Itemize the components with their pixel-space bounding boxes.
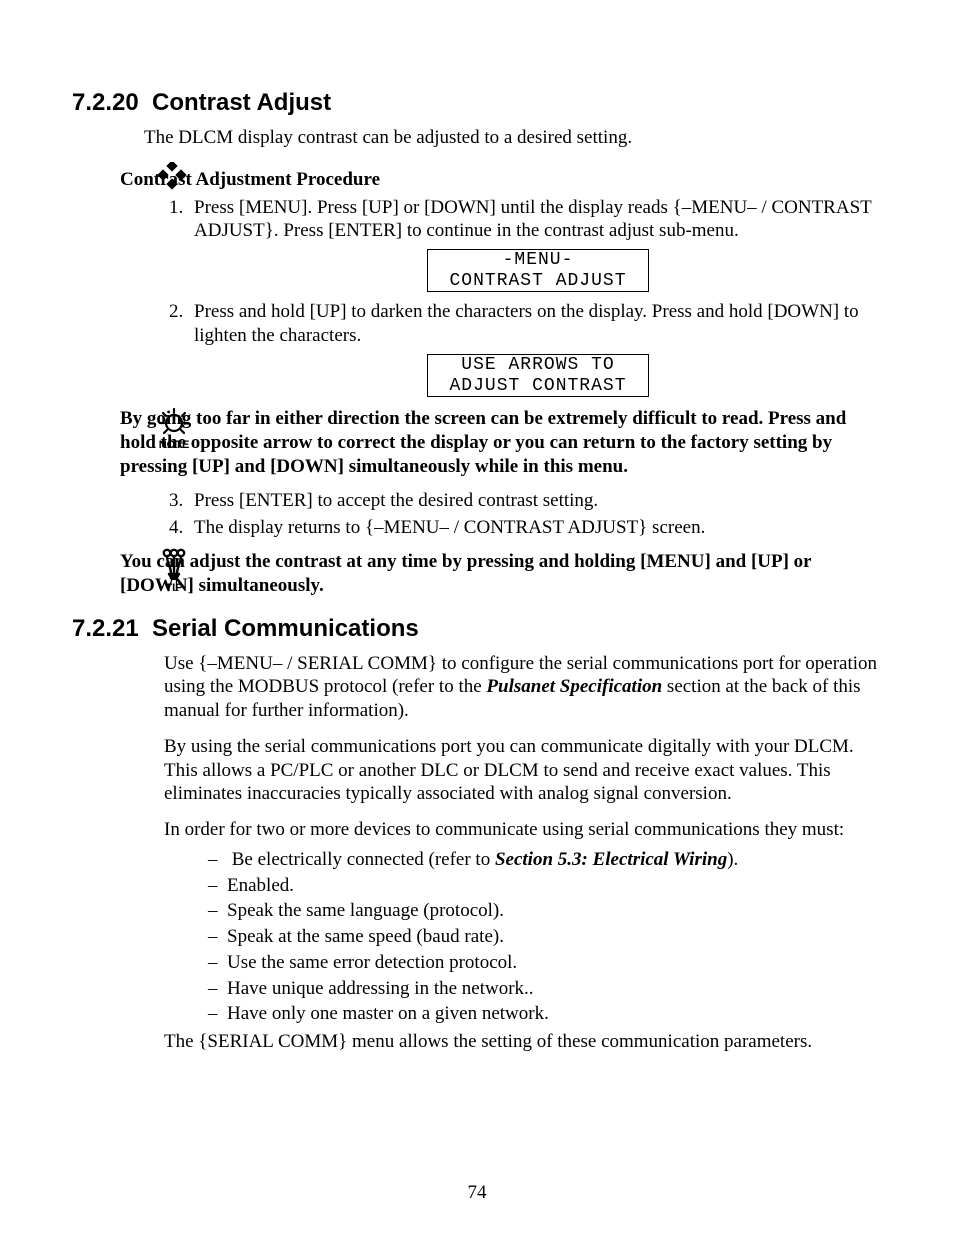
list-item: Have unique addressing in the network..	[208, 977, 882, 1001]
heading-serial-communications: 7.2.21Serial Communications	[72, 614, 882, 644]
heading-number: 7.2.21	[72, 614, 152, 644]
paragraph: In order for two or more devices to comm…	[164, 818, 882, 842]
step-2: Press and hold [UP] to darken the charac…	[188, 300, 882, 397]
document-page: 7.2.20Contrast Adjust The DLCM display c…	[0, 0, 954, 1235]
note-icon: NOTE	[150, 407, 198, 453]
procedure-body-continued: Press [ENTER] to accept the desired cont…	[144, 489, 882, 541]
procedure-heading: Contrast Adjustment Procedure	[120, 168, 882, 192]
paragraph: The {SERIAL COMM} menu allows the settin…	[164, 1030, 882, 1054]
procedure-body: Press [MENU]. Press [UP] or [DOWN] until…	[144, 196, 882, 398]
lcd-display-2: USE ARROWS TO ADJUST CONTRAST	[427, 354, 649, 397]
section-body: The DLCM display contrast can be adjuste…	[144, 126, 882, 150]
tip-text: You can adjust the contrast at any time …	[120, 550, 882, 598]
cross-ref: Pulsanet Specification	[486, 676, 662, 697]
intro-paragraph: The DLCM display contrast can be adjuste…	[144, 126, 882, 150]
steps-list-continued: Press [ENTER] to accept the desired cont…	[144, 489, 882, 541]
procedure-block: Contrast Adjustment Procedure	[72, 168, 882, 192]
note-text: By going too far in either direction the…	[120, 407, 882, 478]
list-item: Speak at the same speed (baud rate).	[208, 925, 882, 949]
heading-title: Contrast Adjust	[152, 89, 331, 116]
diamond-icon	[150, 162, 198, 196]
lcd-display-1: -MENU- CONTRAST ADJUST	[427, 249, 649, 292]
list-item: Be electrically connected (refer to Sect…	[208, 848, 882, 872]
note-block: NOTE By going too far in either directio…	[72, 407, 882, 478]
steps-list: Press [MENU]. Press [UP] or [DOWN] until…	[144, 196, 882, 398]
page-number: 74	[0, 1181, 954, 1205]
list-item: Have only one master on a given network.	[208, 1002, 882, 1026]
list-item: Speak the same language (protocol).	[208, 899, 882, 923]
step-1: Press [MENU]. Press [UP] or [DOWN] until…	[188, 196, 882, 293]
requirements-list: Be electrically connected (refer to Sect…	[164, 848, 882, 1026]
list-item: Enabled.	[208, 874, 882, 898]
heading-title: Serial Communications	[152, 615, 419, 642]
paragraph: By using the serial communications port …	[164, 735, 882, 806]
step-4: The display returns to {–MENU– / CONTRAS…	[188, 516, 882, 540]
paragraph: Use {–MENU– / SERIAL COMM} to configure …	[164, 652, 882, 723]
section-body: Use {–MENU– / SERIAL COMM} to configure …	[164, 652, 882, 1054]
tip-block: TIP You can adjust the contrast at any t…	[72, 550, 882, 598]
tip-label: TIP	[165, 582, 182, 594]
note-label: NOTE	[159, 439, 190, 451]
step-3: Press [ENTER] to accept the desired cont…	[188, 489, 882, 513]
heading-contrast-adjust: 7.2.20Contrast Adjust	[72, 88, 882, 118]
list-item: Use the same error detection protocol.	[208, 951, 882, 975]
tip-icon: TIP	[150, 548, 198, 596]
cross-ref: Section 5.3: Electrical Wiring	[495, 849, 727, 870]
heading-number: 7.2.20	[72, 88, 152, 118]
